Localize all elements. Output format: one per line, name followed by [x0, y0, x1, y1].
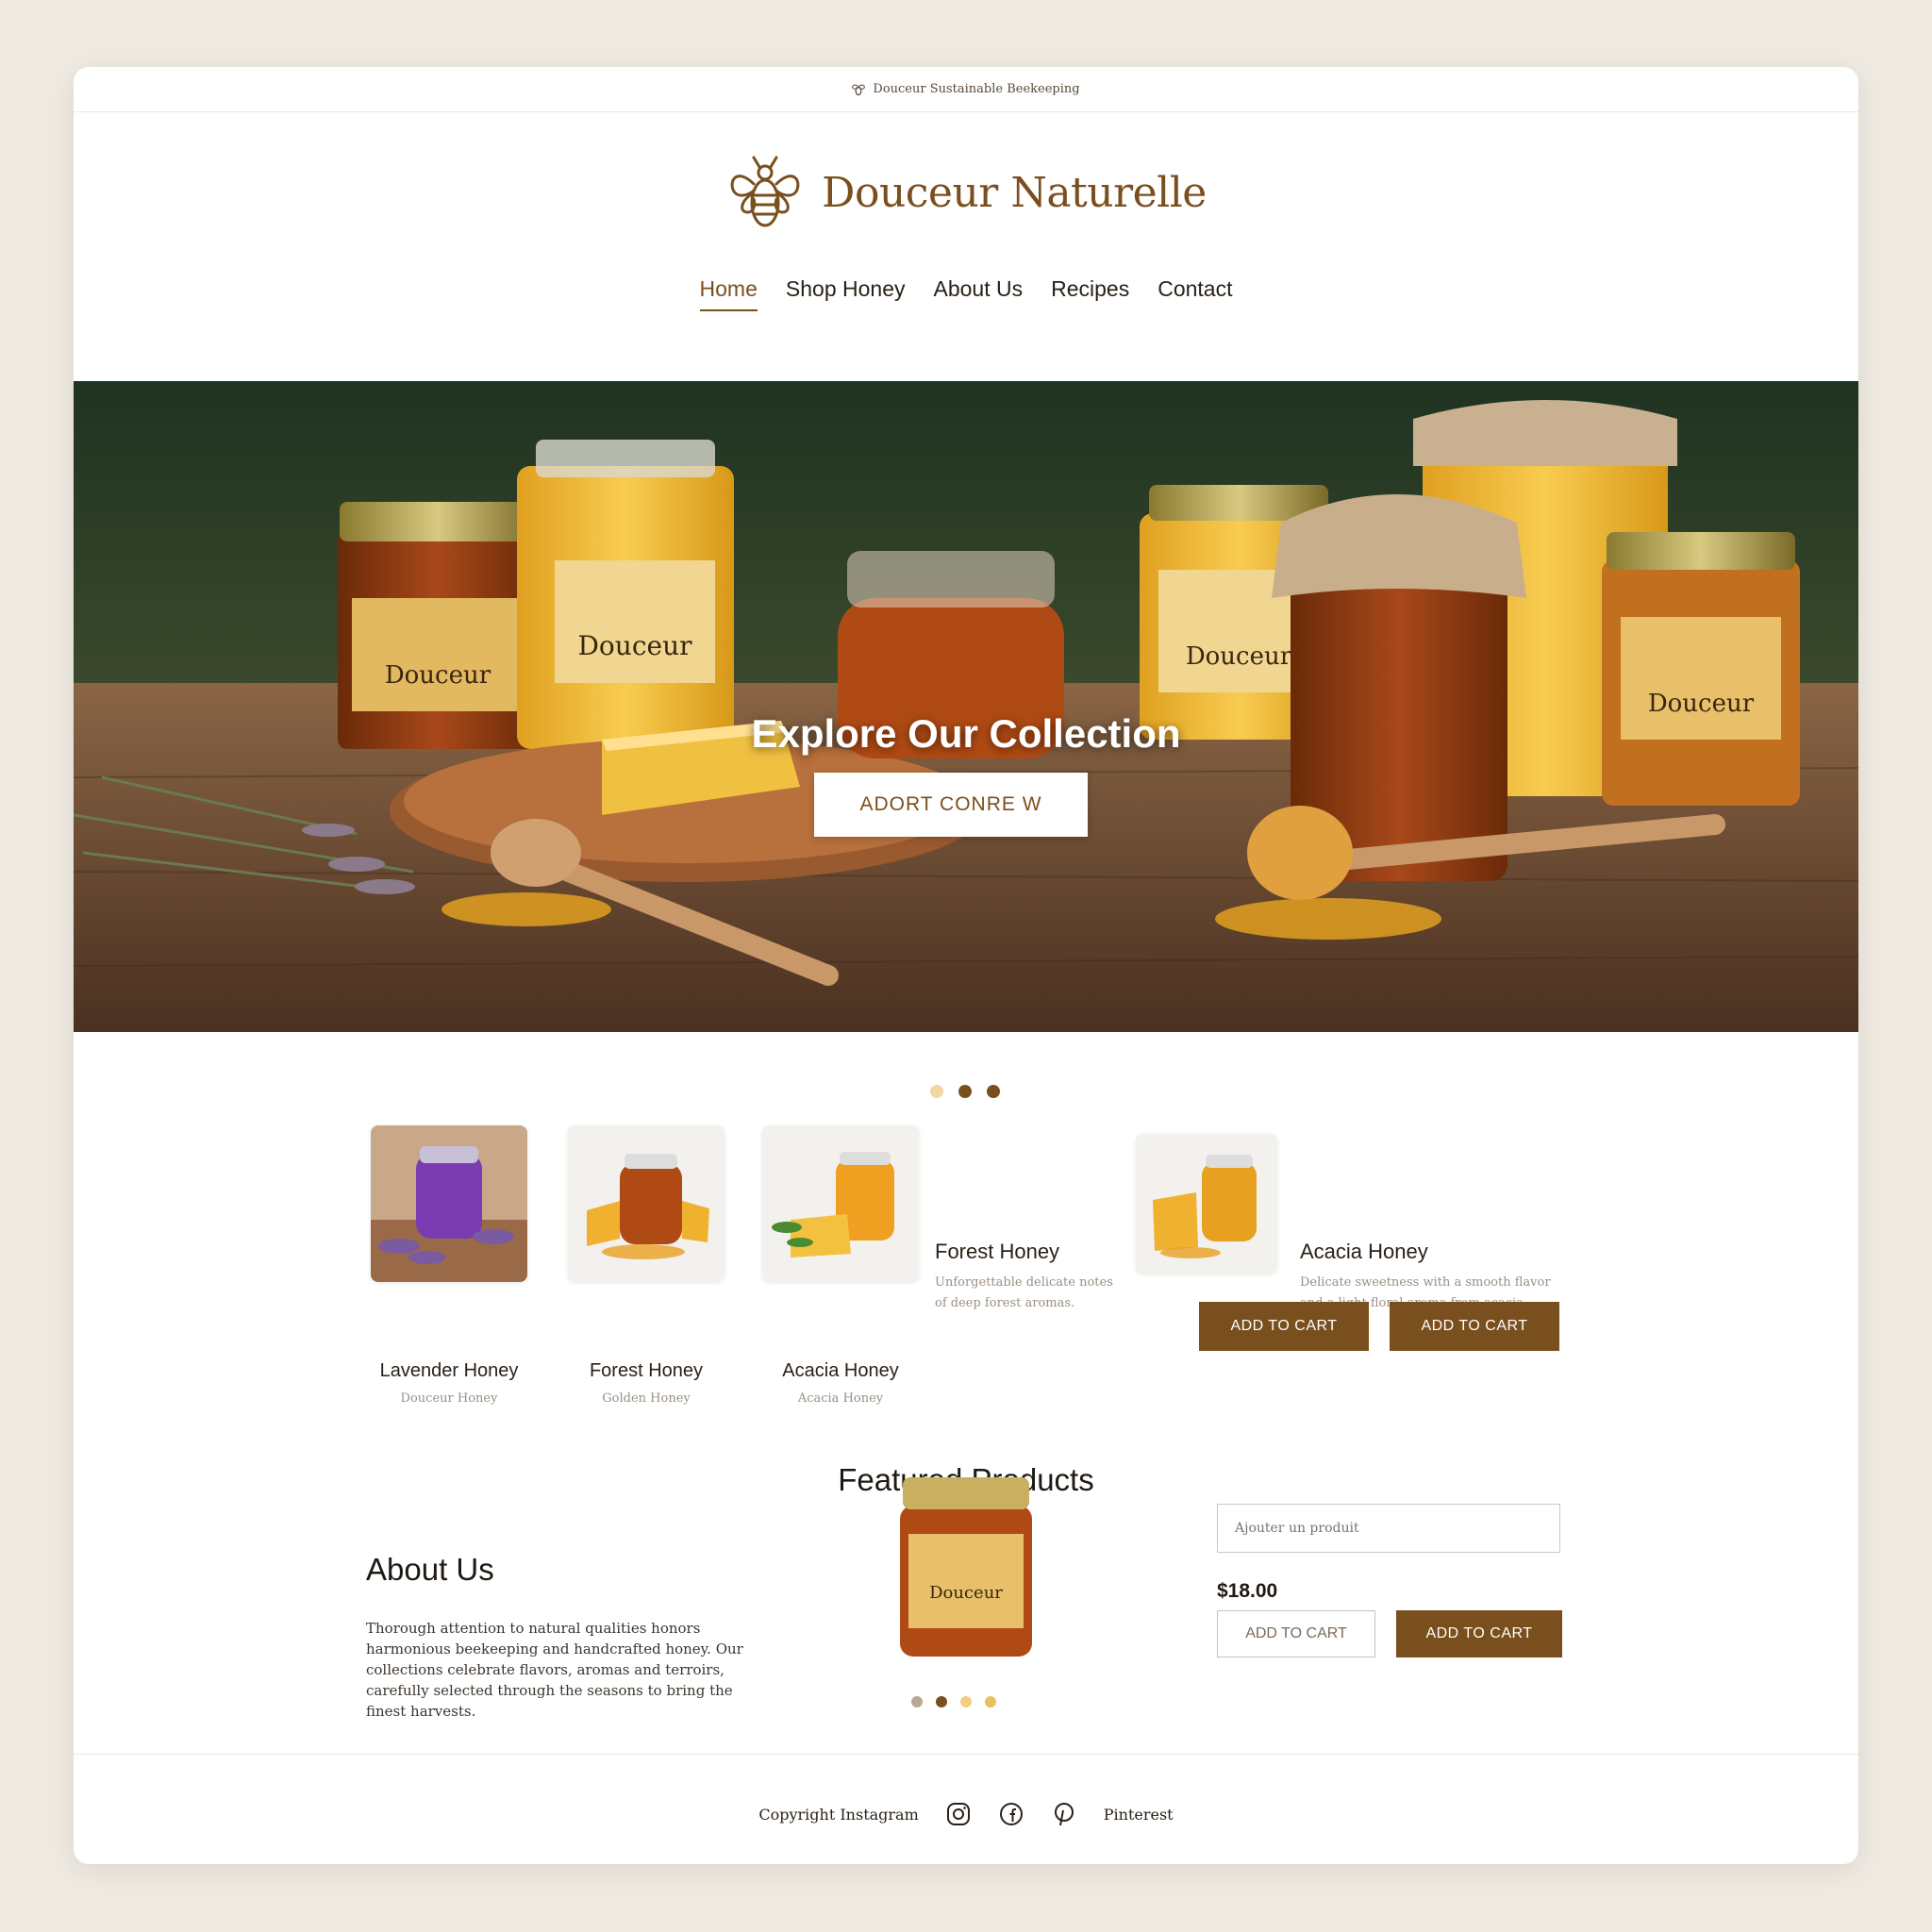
side-desc-forest-line-2: of deep forest aromas. [935, 1296, 1075, 1310]
featured-dot-2[interactable] [936, 1696, 947, 1707]
acacia-honey-side-image [1136, 1134, 1277, 1274]
side-product-desc-forest: Unforgettable delicate notes of deep for… [935, 1273, 1114, 1314]
side-desc-forest-line-1: Unforgettable delicate notes [935, 1275, 1113, 1290]
product-sub-acacia: Acacia Honey [797, 1391, 884, 1406]
hero-cta-button[interactable]: ADORT CONRE W [814, 773, 1088, 837]
pinterest-icon[interactable] [1051, 1801, 1077, 1827]
add-to-cart-outline-button[interactable]: ADD TO CART [1217, 1610, 1375, 1657]
featured-jar-label: Douceur [929, 1583, 1003, 1603]
featured-dot-1[interactable] [911, 1696, 923, 1707]
featured-product-image[interactable]: Douceur [886, 1477, 1046, 1666]
forest-honey-image [568, 1125, 724, 1282]
about-us-text: Thorough attention to natural qualities … [366, 1620, 743, 1720]
footer-divider [74, 1754, 1858, 1755]
side-desc-acacia-line-1: Delicate sweetness with a smooth flavor [1300, 1275, 1551, 1290]
nav-shop-honey[interactable]: Shop Honey [786, 276, 906, 311]
instagram-icon[interactable] [945, 1801, 972, 1827]
side-product-name-forest[interactable]: Forest Honey [935, 1240, 1059, 1264]
product-sub-forest: Golden Honey [602, 1391, 691, 1406]
product-name-acacia[interactable]: Acacia Honey [748, 1360, 933, 1382]
nav-home[interactable]: Home [699, 276, 758, 311]
product-thumb-forest[interactable] [568, 1125, 724, 1282]
featured-carousel-dots [911, 1696, 996, 1707]
topbar-text: Douceur Sustainable Beekeeping [873, 82, 1080, 96]
carousel-dot-1[interactable] [930, 1085, 943, 1098]
brand-name: Douceur Naturelle [822, 168, 1207, 217]
jar-label-text-2: Douceur [577, 630, 692, 661]
hero-carousel-dots [930, 1085, 1000, 1098]
nav-recipes[interactable]: Recipes [1051, 276, 1129, 311]
bee-icon [852, 84, 866, 95]
product-name-lavender[interactable]: Lavender Honey [357, 1360, 541, 1382]
facebook-icon[interactable] [998, 1801, 1024, 1827]
hero-banner: Douceur Douceur Douceur Douceur Explore … [74, 381, 1858, 1032]
hero-title: Explore Our Collection [751, 711, 1181, 756]
featured-dot-3[interactable] [960, 1696, 972, 1707]
bee-logo-icon [730, 156, 800, 227]
top-announcement-bar: Douceur Sustainable Beekeeping [74, 67, 1858, 112]
product-thumb-lavender[interactable] [371, 1125, 527, 1282]
jar-label-text: Douceur [385, 661, 491, 690]
nav-contact[interactable]: Contact [1158, 276, 1232, 311]
product-thumb-acacia-side[interactable] [1136, 1134, 1277, 1274]
about-us-title: About Us [366, 1552, 494, 1587]
footer-copyright: Copyright Instagram [758, 1805, 919, 1824]
side-product-name-acacia[interactable]: Acacia Honey [1300, 1240, 1428, 1264]
product-thumb-acacia[interactable] [762, 1125, 919, 1282]
acacia-honey-image [762, 1125, 919, 1282]
product-price: $18.00 [1217, 1580, 1278, 1602]
brand-header[interactable]: Douceur Naturelle [74, 150, 1858, 235]
footer: Copyright Instagram Pinterest [74, 1801, 1858, 1827]
carousel-dot-2[interactable] [958, 1085, 972, 1098]
nav-about-us[interactable]: About Us [933, 276, 1023, 311]
lavender-honey-image [371, 1125, 527, 1282]
hero-image: Douceur Douceur Douceur Douceur [74, 381, 1858, 1032]
featured-dot-4[interactable] [985, 1696, 996, 1707]
carousel-dot-3[interactable] [987, 1085, 1000, 1098]
product-search-input[interactable] [1217, 1504, 1560, 1553]
main-nav: Home Shop Honey About Us Recipes Contact [74, 276, 1858, 311]
footer-pinterest-link[interactable]: Pinterest [1104, 1806, 1174, 1824]
add-to-cart-button-acacia[interactable]: ADD TO CART [1390, 1302, 1559, 1351]
add-to-cart-button-forest[interactable]: ADD TO CART [1199, 1302, 1369, 1351]
add-to-cart-solid-button[interactable]: ADD TO CART [1396, 1610, 1562, 1657]
page-card: Douceur Sustainable Beekeeping Douceur N… [74, 67, 1858, 1864]
product-name-forest[interactable]: Forest Honey [554, 1360, 739, 1382]
jar-label-text-3: Douceur [1186, 642, 1292, 671]
product-sub-lavender: Douceur Honey [400, 1391, 498, 1406]
